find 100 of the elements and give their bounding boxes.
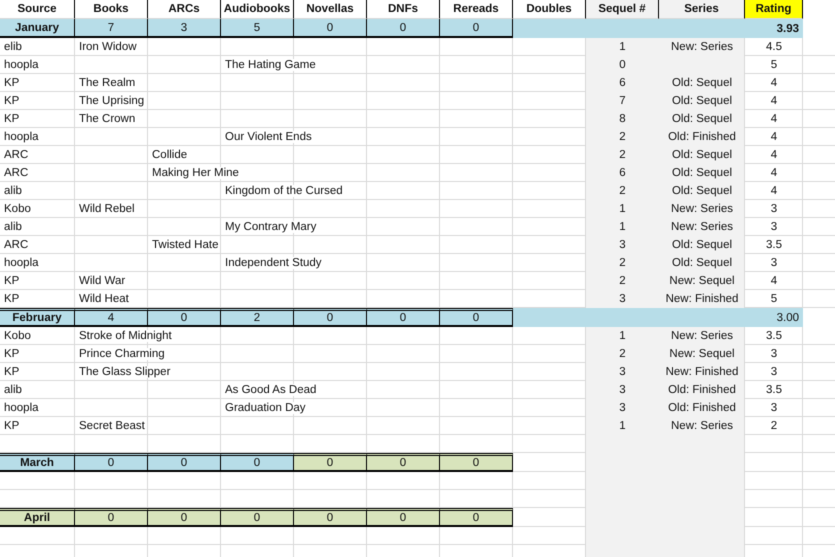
rating-value: 4: [770, 77, 778, 89]
series-status: New: Finished: [666, 366, 738, 378]
count-cell: 0: [75, 453, 148, 472]
book-title: Secret Beast: [79, 420, 145, 432]
source-cell: hoopla: [4, 257, 39, 269]
count-cell: 0: [148, 508, 221, 527]
rating-value: 3: [770, 402, 778, 414]
source-cell: ARC: [4, 149, 28, 161]
source-cell: hoopla: [4, 131, 39, 143]
series-status: New: Series: [671, 420, 733, 432]
source-cell: ARC: [4, 239, 28, 251]
count-cell: 0: [367, 508, 440, 527]
source-cell: alib: [4, 384, 22, 396]
sequel-number: 3: [619, 384, 626, 396]
sequel-number: 1: [619, 330, 626, 342]
rating-value: 3.5: [766, 384, 782, 396]
rating-value: 4: [770, 149, 778, 161]
count-cell: 0: [367, 453, 440, 472]
source-cell: KP: [4, 348, 20, 360]
column-header: Sequel #: [586, 0, 659, 19]
month-label: January: [0, 19, 75, 38]
sequel-number: 7: [619, 95, 626, 107]
count-cell: 0: [294, 19, 367, 38]
count-cell: 0: [148, 308, 221, 327]
count-cell: 0: [440, 308, 513, 327]
source-cell: alib: [4, 185, 22, 197]
count-cell: 4: [75, 308, 148, 327]
average-rating: 3.00: [513, 308, 803, 327]
sequel-number: 3: [619, 366, 626, 378]
series-status: Old: Sequel: [672, 149, 732, 161]
rating-value: 4: [770, 167, 778, 179]
series-status: Old: Sequel: [672, 185, 732, 197]
book-title: The Hating Game: [225, 59, 316, 71]
column-header: Audiobooks: [221, 0, 294, 19]
count-cell: 0: [440, 19, 513, 38]
book-title: Collide: [152, 149, 188, 161]
book-title: The Uprising: [79, 95, 144, 107]
count-cell: 2: [221, 308, 294, 327]
rating-value: 2: [770, 420, 778, 432]
sequel-number: 2: [619, 257, 626, 269]
column-header: Books: [75, 0, 148, 19]
series-status: New: Series: [671, 221, 733, 233]
source-cell: hoopla: [4, 402, 39, 414]
series-status: Old: Sequel: [672, 257, 732, 269]
source-cell: hoopla: [4, 59, 39, 71]
book-title: Kingdom of the Cursed: [225, 185, 343, 197]
series-status: New: Sequel: [669, 348, 735, 360]
sequel-number: 2: [619, 149, 626, 161]
book-title: Independent Study: [225, 257, 322, 269]
average-rating: 3.93: [513, 19, 803, 38]
book-title: Our Violent Ends: [225, 131, 312, 143]
sequel-number: 2: [619, 348, 626, 360]
source-cell: KP: [4, 366, 20, 378]
month-label: March: [0, 453, 75, 472]
sequel-number: 6: [619, 167, 626, 179]
source-cell: KP: [4, 95, 20, 107]
source-cell: ARC: [4, 167, 28, 179]
count-cell: 0: [75, 508, 148, 527]
book-title: Wild Rebel: [79, 203, 135, 215]
rating-value: 5: [770, 59, 778, 71]
count-cell: 0: [294, 453, 367, 472]
column-header: Rereads: [440, 0, 513, 19]
rating-value: 4: [770, 95, 778, 107]
month-label: April: [0, 508, 75, 527]
book-title: Prince Charming: [79, 348, 165, 360]
count-cell: 7: [75, 19, 148, 38]
count-cell: 3: [148, 19, 221, 38]
rating-value: 3: [770, 257, 778, 269]
sequel-number: 1: [619, 203, 626, 215]
count-cell: 0: [221, 453, 294, 472]
rating-value: 3.5: [766, 330, 782, 342]
rating-value: 4.5: [766, 41, 782, 53]
series-status: Old: Finished: [668, 131, 736, 143]
column-header: Rating: [745, 0, 803, 19]
count-cell: 0: [440, 453, 513, 472]
month-label: February: [0, 308, 75, 327]
series-status: New: Series: [671, 203, 733, 215]
count-cell: 5: [221, 19, 294, 38]
source-cell: alib: [4, 221, 22, 233]
sequel-number: 2: [619, 131, 626, 143]
sequel-number: 1: [619, 420, 626, 432]
rating-value: 4: [770, 113, 778, 125]
series-status: Old: Finished: [668, 402, 736, 414]
count-cell: 0: [148, 453, 221, 472]
column-header: DNFs: [367, 0, 440, 19]
count-cell: 0: [367, 19, 440, 38]
sequel-number: 8: [619, 113, 626, 125]
book-title: As Good As Dead: [225, 384, 316, 396]
series-status: New: Series: [671, 41, 733, 53]
book-title: Iron Widow: [79, 41, 137, 53]
source-cell: KP: [4, 293, 20, 305]
sequel-number: 2: [619, 275, 626, 287]
rating-value: 3.5: [766, 239, 782, 251]
series-status: Old: Sequel: [672, 239, 732, 251]
series-status: Old: Sequel: [672, 113, 732, 125]
source-cell: KP: [4, 77, 20, 89]
rating-value: 3: [770, 203, 778, 215]
count-cell: 0: [367, 308, 440, 327]
series-status: Old: Sequel: [672, 77, 732, 89]
sequel-number: 3: [619, 402, 626, 414]
